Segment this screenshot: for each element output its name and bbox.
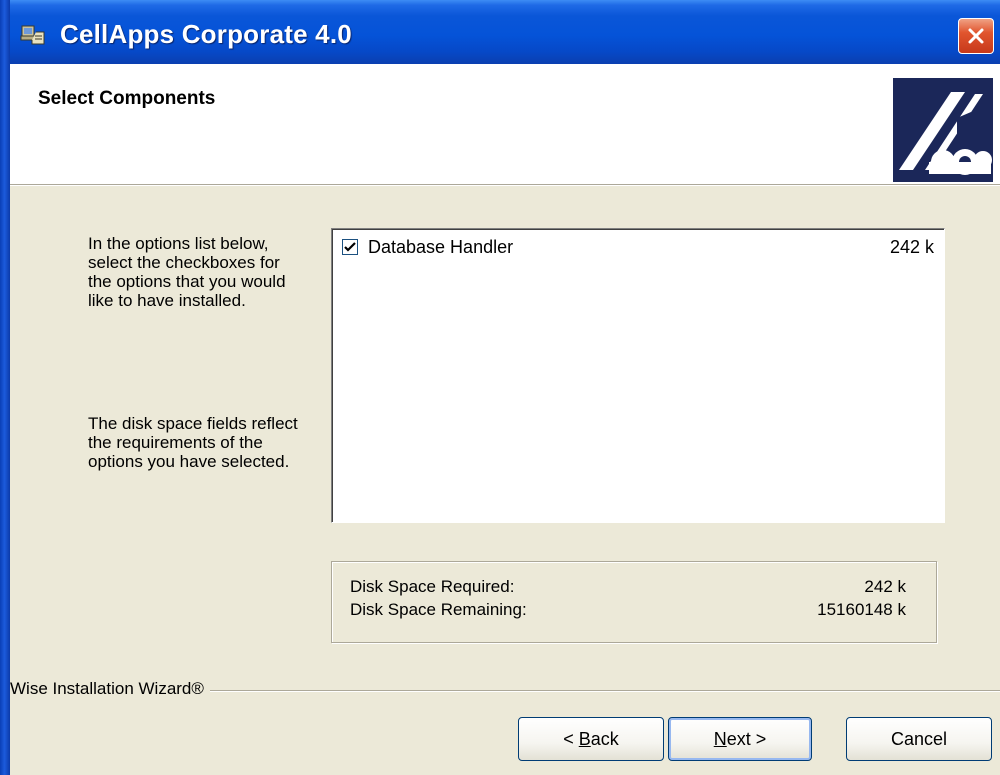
back-button[interactable]: < Back [518, 717, 664, 761]
back-rest: ack [590, 728, 619, 749]
back-prefix: < [563, 728, 579, 749]
close-button[interactable] [958, 18, 994, 54]
next-button[interactable]: Next > [668, 717, 812, 761]
component-size: 242 k [889, 237, 934, 257]
branding-text: Wise Installation Wizard® [10, 679, 210, 699]
instructions-text: In the options list below, select the ch… [88, 234, 286, 310]
wizard-header [10, 64, 1000, 184]
checkmark-icon [344, 242, 356, 252]
disk-required-label: Disk Space Required: [350, 577, 515, 596]
components-list[interactable]: Database Handler 242 k [331, 228, 945, 523]
disk-space-panel: Disk Space Required: 242 k Disk Space Re… [331, 561, 937, 643]
disk-remaining-value: 15160148 k [817, 600, 906, 619]
cancel-button[interactable]: Cancel [846, 717, 992, 761]
wise-installer-logo [893, 78, 993, 182]
page-title: Select Components [38, 88, 216, 109]
back-button-label: < Back [563, 729, 619, 750]
disk-required-value: 242 k [864, 577, 906, 596]
next-button-label: Next > [714, 729, 767, 750]
installer-window: CellApps Corporate 4.0 Select Components… [0, 0, 1000, 775]
back-mnemonic: B [578, 728, 591, 749]
window-border [0, 0, 10, 775]
next-rest: ext > [726, 728, 767, 749]
installer-app-icon [20, 22, 46, 46]
disk-space-note: The disk space fields reflect the requir… [88, 414, 298, 471]
header-divider [10, 184, 1000, 186]
next-mnemonic: N [713, 728, 727, 749]
title-bar[interactable]: CellApps Corporate 4.0 [0, 0, 1000, 64]
window-title: CellApps Corporate 4.0 [60, 19, 352, 49]
disk-remaining-label: Disk Space Remaining: [350, 600, 527, 619]
component-label: Database Handler [368, 237, 514, 257]
component-checkbox[interactable] [342, 239, 358, 255]
close-icon [968, 28, 984, 44]
list-item[interactable]: Database Handler 242 k [340, 237, 938, 259]
